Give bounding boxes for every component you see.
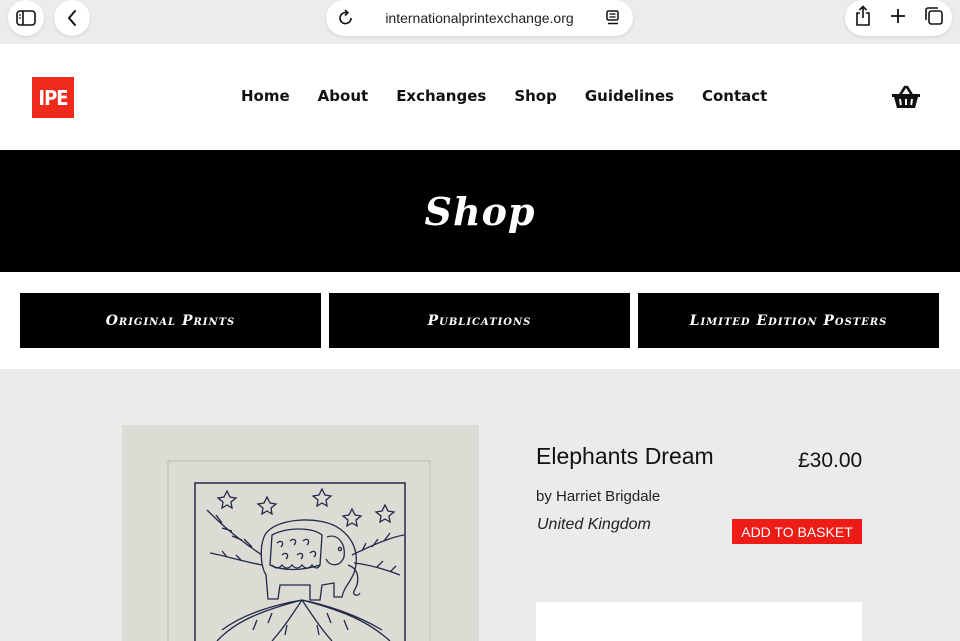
page-title: Shop [424, 188, 536, 234]
browser-toolbar: internationalprintexchange.org [0, 0, 960, 44]
nav-shop[interactable]: Shop [514, 87, 557, 105]
reader-icon[interactable] [605, 9, 621, 31]
site-logo[interactable]: IPE [32, 77, 74, 118]
logo-text: IPE [38, 85, 68, 110]
add-to-basket-button[interactable]: ADD TO BASKET [732, 519, 862, 544]
main-nav: Home About Exchanges Shop Guidelines Con… [241, 87, 767, 105]
nav-contact[interactable]: Contact [702, 87, 767, 105]
product-image[interactable] [122, 425, 479, 641]
tabs-icon[interactable] [924, 6, 944, 30]
elephant-artwork [167, 460, 431, 641]
back-button[interactable] [54, 0, 90, 36]
nav-home[interactable]: Home [241, 87, 290, 105]
sidebar-button[interactable] [8, 0, 44, 36]
category-original-prints[interactable]: Original Prints [20, 293, 321, 348]
back-icon [68, 10, 76, 26]
product-artist: by Harriet Brigdale [536, 488, 661, 505]
category-publications[interactable]: Publications [329, 293, 630, 348]
site-header: IPE Home About Exchanges Shop Guidelines… [0, 44, 960, 150]
product-country: United Kingdom [537, 516, 651, 533]
category-strip: Original Prints Publications Limited Edi… [0, 272, 960, 369]
reload-icon[interactable] [338, 9, 354, 31]
product-price: £30.00 [798, 449, 863, 472]
address-bar[interactable]: internationalprintexchange.org [326, 0, 633, 36]
product-title: Elephants Dream [536, 443, 714, 469]
basket-icon[interactable] [890, 84, 922, 116]
nav-exchanges[interactable]: Exchanges [396, 87, 486, 105]
nav-guidelines[interactable]: Guidelines [585, 87, 674, 105]
url-text: internationalprintexchange.org [385, 10, 574, 26]
category-limited-edition-posters[interactable]: Limited Edition Posters [638, 293, 939, 348]
sidebar-icon [16, 10, 36, 26]
share-icon[interactable] [854, 5, 872, 31]
new-tab-icon[interactable] [889, 7, 907, 29]
shop-banner: Shop [0, 150, 960, 272]
nav-about[interactable]: About [318, 87, 369, 105]
product-details-card [536, 602, 862, 641]
toolbar-actions [845, 0, 952, 36]
